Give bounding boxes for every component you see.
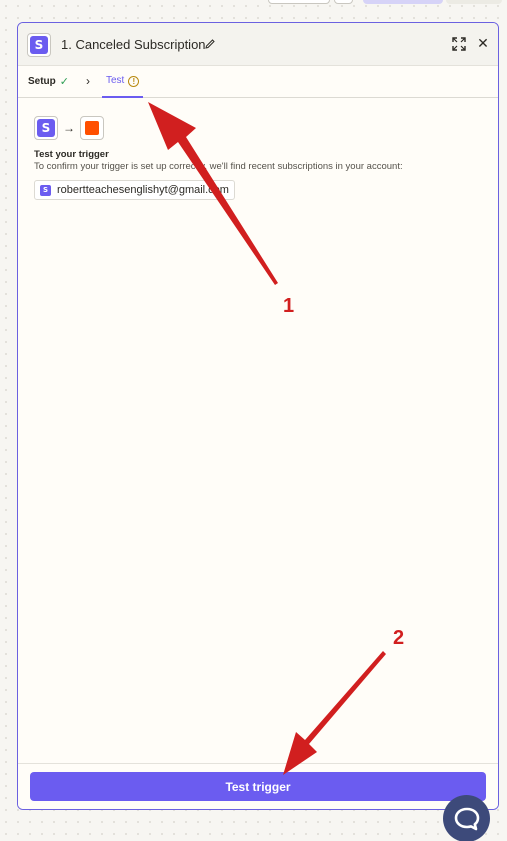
stripe-logo-icon: S	[37, 119, 55, 137]
account-email: robertteachesenglishyt@gmail.com	[57, 184, 229, 196]
expand-icon[interactable]	[452, 37, 466, 51]
target-app-box	[80, 116, 104, 140]
zapier-logo-icon	[85, 121, 99, 135]
section-title: Test your trigger	[34, 149, 109, 160]
annotation-number-2: 2	[393, 627, 405, 649]
toolbar-button-2[interactable]	[334, 0, 353, 4]
close-icon[interactable]: ✕	[477, 36, 489, 50]
tab-test[interactable]: Test !	[102, 67, 144, 98]
pencil-icon[interactable]	[204, 38, 216, 50]
chevron-right-icon: ›	[86, 74, 90, 88]
test-trigger-button[interactable]: Test trigger	[30, 772, 486, 801]
source-app-box: S	[34, 116, 58, 140]
top-toolbar	[0, 0, 507, 4]
annotation-number-1: 1	[283, 295, 295, 317]
step-title[interactable]: 1. Canceled Subscription	[61, 37, 206, 52]
arrow-right-icon: →	[63, 121, 75, 135]
app-flow: S →	[34, 116, 104, 140]
tab-test-label: Test	[106, 75, 125, 86]
step-tabs: Setup ✓ › Test !	[18, 67, 498, 98]
app-icon: S	[27, 33, 51, 57]
check-icon: ✓	[59, 76, 69, 88]
chat-support-button[interactable]	[443, 795, 490, 841]
toolbar-button-3[interactable]	[363, 0, 443, 4]
toolbar-button-1[interactable]	[268, 0, 330, 4]
panel-header: S 1. Canceled Subscription ✕	[18, 23, 498, 66]
warning-icon: !	[128, 76, 140, 87]
tab-setup[interactable]: Setup ✓	[28, 75, 69, 88]
step-panel: S 1. Canceled Subscription ✕ Setup ✓ › T…	[17, 22, 499, 810]
stripe-logo-icon: S	[30, 36, 48, 54]
tab-setup-label: Setup	[28, 76, 56, 87]
panel-footer: Test trigger	[18, 763, 498, 809]
section-description: To confirm your trigger is set up correc…	[34, 161, 403, 172]
account-chip[interactable]: S robertteachesenglishyt@gmail.com	[34, 180, 235, 200]
toolbar-button-4[interactable]	[446, 0, 502, 4]
stripe-logo-icon: S	[40, 184, 51, 196]
chat-bubble-icon	[454, 807, 479, 830]
